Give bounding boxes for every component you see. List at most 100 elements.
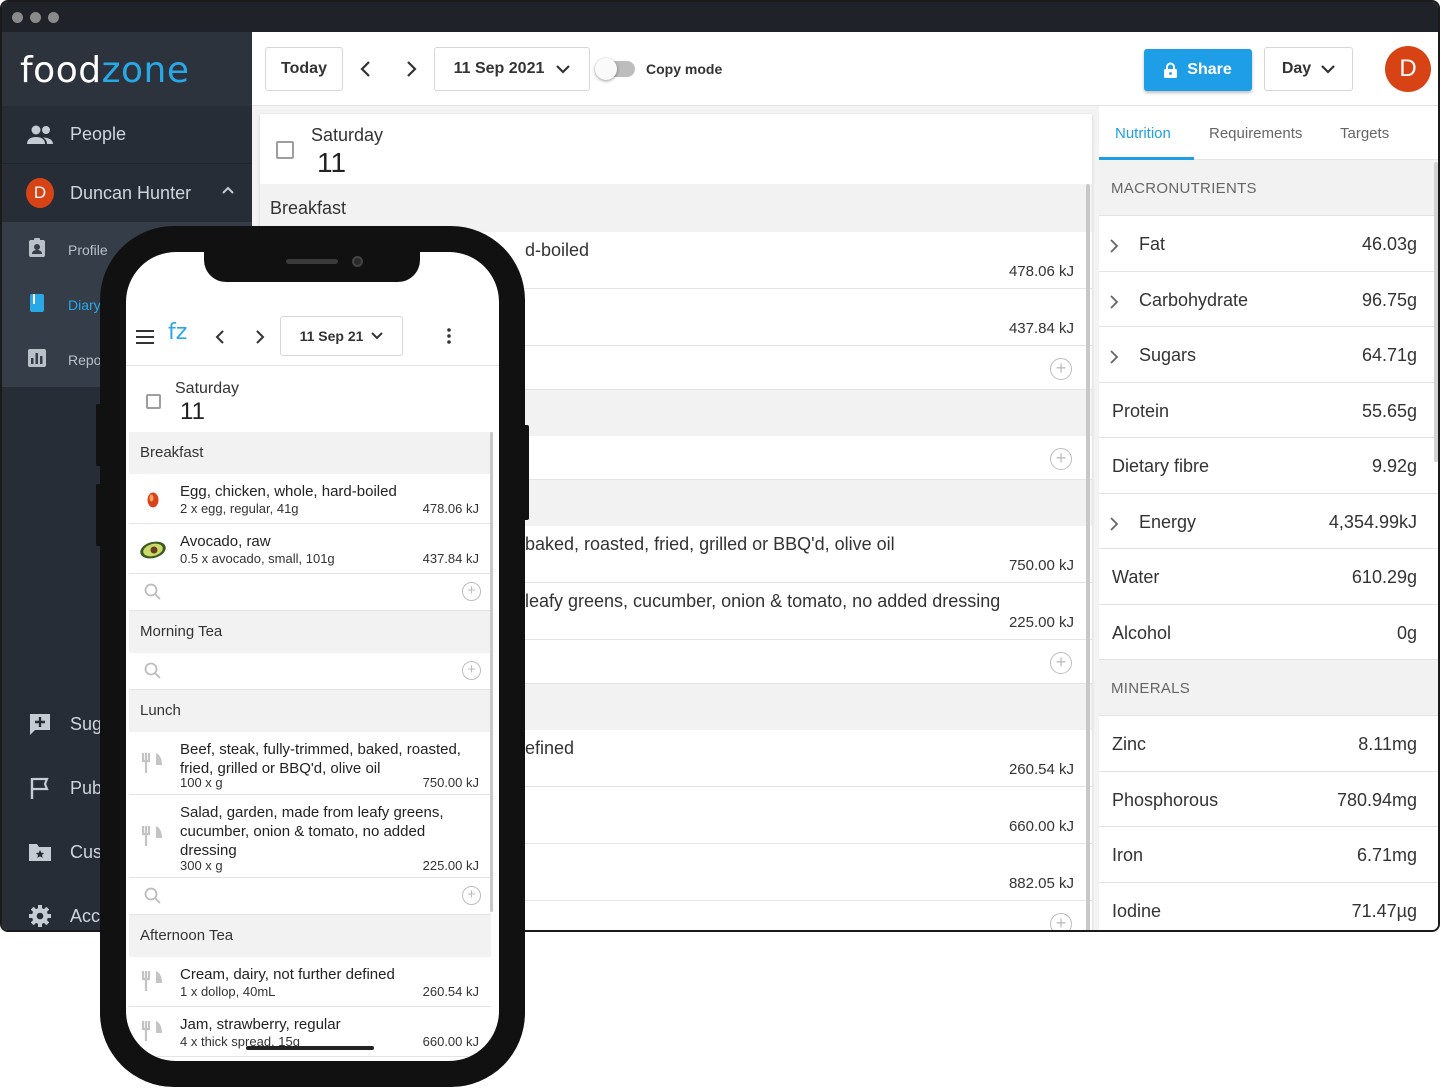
tab-targets[interactable]: Targets: [1340, 125, 1389, 142]
day-checkbox[interactable]: [146, 394, 161, 409]
mobile-diary-list: Saturday 11 Breakfast Egg, chicken, whol…: [129, 370, 491, 1061]
phone-camera: [352, 256, 363, 267]
section-header-minerals: MINERALS: [1099, 660, 1438, 716]
logo-text-food: food: [20, 50, 102, 91]
chevron-up-icon[interactable]: [220, 182, 236, 203]
window-minimize-dot[interactable]: [30, 12, 41, 23]
food-row[interactable]: Egg, chicken, whole, hard-boiled 2 x egg…: [129, 474, 491, 524]
copy-mode-toggle[interactable]: [595, 58, 635, 80]
nutrient-value: 6.71mg: [1356, 845, 1417, 865]
add-food-row: +: [129, 574, 491, 611]
day-header: Saturday 11: [129, 370, 491, 432]
food-name: efined: [525, 738, 575, 758]
search-icon[interactable]: [144, 887, 161, 909]
add-circle-icon[interactable]: +: [462, 661, 481, 680]
home-indicator[interactable]: [246, 1046, 374, 1050]
day-header: Saturday 11: [260, 114, 1092, 184]
nutrient-label: Sugars: [1139, 345, 1197, 365]
phone-screen: fz 11 Sep 21 Saturday 11 Breakfast Egg, …: [126, 252, 499, 1061]
mobile-date-picker[interactable]: 11 Sep 21: [280, 316, 403, 356]
search-icon[interactable]: [144, 583, 161, 605]
nutrient-label: Alcohol: [1112, 622, 1172, 643]
mobile-scrollbar[interactable]: [490, 432, 493, 912]
app-logo[interactable]: foodzone: [2, 32, 252, 106]
chevron-down-icon: [1321, 64, 1335, 74]
food-quantity: 2 x egg, regular, 41g: [180, 501, 299, 516]
nutrient-label: Fat: [1139, 234, 1166, 254]
chevron-right-icon[interactable]: [1109, 515, 1119, 536]
food-name: Salad, garden, made from leafy greens, c…: [180, 804, 444, 859]
search-icon[interactable]: [144, 662, 161, 684]
add-circle-icon[interactable]: +: [1050, 448, 1072, 470]
food-row[interactable]: Cream, dairy, not further defined 1 x do…: [129, 957, 491, 1007]
nutrient-value: 4,354.99kJ: [1328, 511, 1417, 532]
food-name: Beef, steak, fully-trimmed, baked, roast…: [180, 741, 461, 777]
food-row[interactable]: Beef, steak, fully-trimmed, baked, roast…: [129, 732, 491, 795]
more-vert-icon[interactable]: [447, 328, 451, 349]
add-circle-icon[interactable]: +: [462, 582, 481, 601]
nutrient-label: Energy: [1139, 511, 1197, 532]
day-number: 11: [180, 398, 205, 425]
cutlery-icon: [141, 970, 167, 997]
food-energy: 225.00 kJ: [1008, 614, 1074, 631]
share-button[interactable]: Share: [1144, 49, 1252, 91]
nutrient-row[interactable]: Fat 46.03g: [1099, 216, 1438, 272]
meal-header-breakfast: Breakfast: [129, 432, 491, 474]
date-picker-button[interactable]: 11 Sep 2021: [434, 47, 590, 91]
day-checkbox[interactable]: [276, 141, 294, 159]
nutrient-row[interactable]: Carbohydrate 96.75g: [1099, 272, 1438, 327]
today-button[interactable]: Today: [265, 47, 343, 91]
avocado-icon: [139, 540, 167, 565]
tab-requirements[interactable]: Requirements: [1209, 125, 1302, 142]
food-quantity: 100 x g: [180, 775, 223, 790]
add-circle-icon[interactable]: +: [1050, 913, 1072, 930]
nutrient-row[interactable]: Sugars 64.71g: [1099, 327, 1438, 383]
nutrient-label: Dietary fibre: [1112, 456, 1210, 476]
nutrient-value: 55.65g: [1361, 400, 1417, 421]
nutrient-value: 96.75g: [1361, 289, 1417, 310]
nutrient-row: Zinc 8.11mg: [1099, 716, 1438, 772]
diary-scrollbar[interactable]: [1086, 184, 1090, 930]
food-row[interactable]: Avocado, raw 0.5 x avocado, small, 101g …: [129, 524, 491, 574]
chevron-left-icon[interactable]: [358, 60, 374, 83]
chevron-right-icon[interactable]: [1109, 293, 1119, 314]
nutrient-label: Water: [1112, 567, 1160, 587]
window-close-dot[interactable]: [12, 12, 23, 23]
chevron-right-icon[interactable]: [255, 330, 265, 349]
egg-icon: [146, 490, 160, 513]
add-circle-icon[interactable]: +: [1050, 358, 1072, 380]
sidebar-item-people[interactable]: People: [2, 106, 252, 164]
nutrient-value: 780.94mg: [1336, 789, 1417, 810]
chevron-right-icon[interactable]: [1109, 237, 1119, 258]
food-row[interactable]: Salad, garden, made from leafy greens, c…: [129, 795, 491, 878]
sidebar-item-label: Sug: [70, 713, 103, 734]
chevron-right-icon[interactable]: [403, 60, 419, 83]
chevron-right-icon[interactable]: [1109, 348, 1119, 369]
sidebar-item-user[interactable]: D Duncan Hunter: [2, 164, 252, 222]
food-energy: 478.06 kJ: [1008, 263, 1074, 280]
nutrient-row[interactable]: Energy 4,354.99kJ: [1099, 494, 1438, 549]
phone-notch: [204, 252, 420, 282]
nutrient-value: 0g: [1396, 622, 1417, 643]
mobile-logo[interactable]: fz: [168, 320, 187, 345]
add-circle-icon[interactable]: +: [1050, 652, 1072, 674]
view-select[interactable]: Day: [1264, 47, 1353, 91]
menu-icon[interactable]: [136, 330, 154, 349]
food-name: baked, roasted, fried, grilled or BBQ'd,…: [525, 534, 895, 554]
tab-nutrition[interactable]: Nutrition: [1115, 125, 1171, 142]
meal-header-morning-tea: Morning Tea: [129, 611, 491, 653]
panel-scrollbar[interactable]: [1434, 162, 1438, 462]
nutrient-label: Iron: [1112, 845, 1144, 865]
add-circle-icon[interactable]: +: [462, 886, 481, 905]
nutrition-panel: Nutrition Requirements Targets MACRONUTR…: [1099, 106, 1438, 930]
chevron-left-icon[interactable]: [215, 330, 225, 349]
add-food-row: +: [129, 653, 491, 690]
food-energy: 660.00 kJ: [1008, 818, 1074, 835]
food-energy: 750.00 kJ: [422, 775, 479, 790]
food-name: Cream, dairy, not further defined: [180, 966, 395, 983]
food-name: Avocado, raw: [180, 533, 271, 550]
lock-icon: [1164, 62, 1178, 78]
avatar[interactable]: D: [1385, 46, 1431, 92]
nutrient-label: Carbohydrate: [1139, 289, 1249, 310]
window-maximize-dot[interactable]: [48, 12, 59, 23]
